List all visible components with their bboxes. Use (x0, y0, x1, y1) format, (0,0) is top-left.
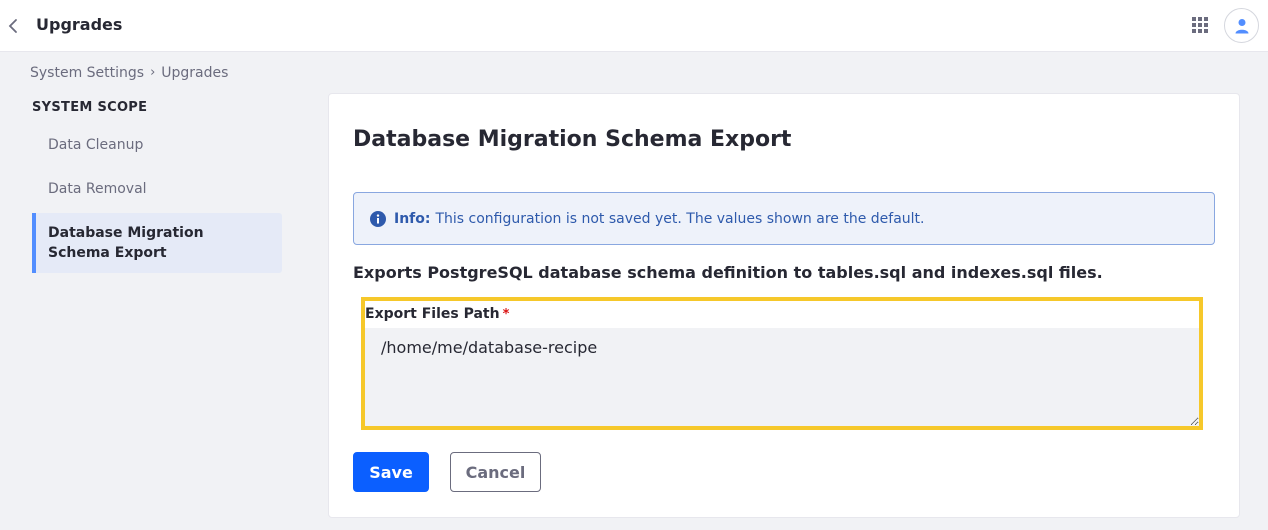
grid-icon (1192, 17, 1208, 33)
export-files-path-input[interactable]: /home/me/database-recipe (365, 328, 1199, 426)
field-label-text: Export Files Path (365, 306, 500, 322)
user-avatar[interactable] (1224, 8, 1259, 43)
field-label: Export Files Path * (365, 306, 509, 322)
alert-label: Info: (394, 210, 431, 227)
card-title: Database Migration Schema Export (353, 127, 792, 152)
apps-menu-button[interactable] (1190, 15, 1210, 35)
sidebar-item-data-removal[interactable]: Data Removal (32, 179, 282, 199)
save-button[interactable]: Save (353, 452, 429, 492)
chevron-right-icon: › (150, 65, 156, 80)
description: Exports PostgreSQL database schema defin… (353, 263, 1103, 282)
sidebar-item-database-migration-schema-export[interactable]: Database Migration Schema Export (32, 213, 282, 273)
sidebar-item-label: Data Cleanup (48, 137, 144, 153)
user-icon (1235, 18, 1248, 33)
cancel-button[interactable]: Cancel (450, 452, 541, 492)
alert-text: This configuration is not saved yet. The… (435, 210, 925, 227)
required-mark: * (502, 307, 510, 322)
export-path-field-group: Export Files Path * /home/me/database-rec… (361, 297, 1203, 430)
breadcrumb-upgrades: Upgrades (161, 65, 229, 81)
sidebar-item-label: Data Removal (48, 181, 147, 197)
info-circle-icon (370, 210, 386, 227)
page-title: Upgrades (36, 15, 123, 34)
top-bar: Upgrades (0, 0, 1268, 52)
info-alert: Info: This configuration is not saved ye… (353, 192, 1215, 245)
sidebar-item-label: Database Migration Schema Export (48, 225, 204, 261)
config-card: Database Migration Schema Export Info: T… (328, 93, 1240, 518)
breadcrumb: System Settings › Upgrades (30, 64, 228, 82)
sidebar-item-data-cleanup[interactable]: Data Cleanup (32, 135, 282, 155)
sidebar-heading: SYSTEM SCOPE (32, 100, 148, 115)
back-button[interactable] (4, 14, 22, 38)
breadcrumb-system-settings[interactable]: System Settings (30, 64, 144, 82)
chevron-left-icon (8, 19, 17, 33)
